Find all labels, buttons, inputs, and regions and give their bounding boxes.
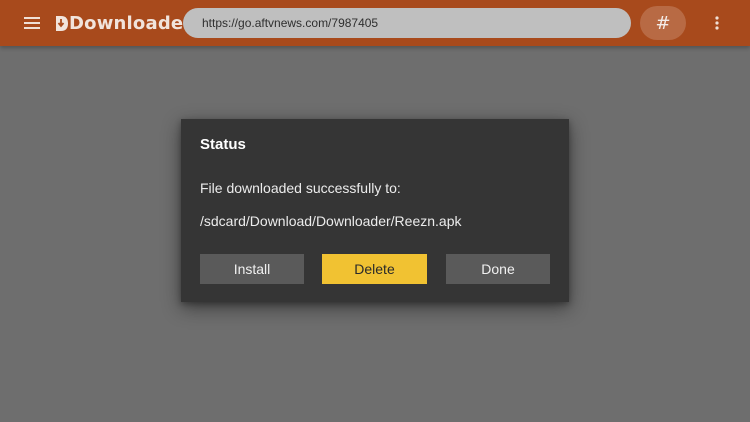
app-logo: Downloader — [56, 10, 192, 36]
dialog-message: File downloaded successfully to: — [200, 180, 401, 196]
delete-button[interactable]: Delete — [322, 254, 427, 284]
done-button[interactable]: Done — [446, 254, 550, 284]
install-button[interactable]: Install — [200, 254, 304, 284]
file-path: /sdcard/Download/Downloader/Reezn.apk — [200, 213, 462, 229]
url-input[interactable]: https://go.aftvnews.com/7987405 — [183, 8, 631, 38]
url-input-value: https://go.aftvnews.com/7987405 — [202, 16, 379, 30]
status-dialog: Status File downloaded successfully to: … — [181, 119, 569, 302]
hash-button[interactable]: # — [640, 6, 686, 40]
hash-icon: # — [655, 12, 671, 34]
dialog-title: Status — [200, 136, 246, 153]
more-options-icon[interactable] — [707, 12, 727, 34]
logo-download-arrow-icon — [56, 15, 68, 31]
app-title: Downloader — [69, 12, 193, 34]
app-bar: Downloader https://go.aftvnews.com/79874… — [0, 0, 750, 46]
hamburger-menu-icon[interactable] — [18, 12, 46, 34]
